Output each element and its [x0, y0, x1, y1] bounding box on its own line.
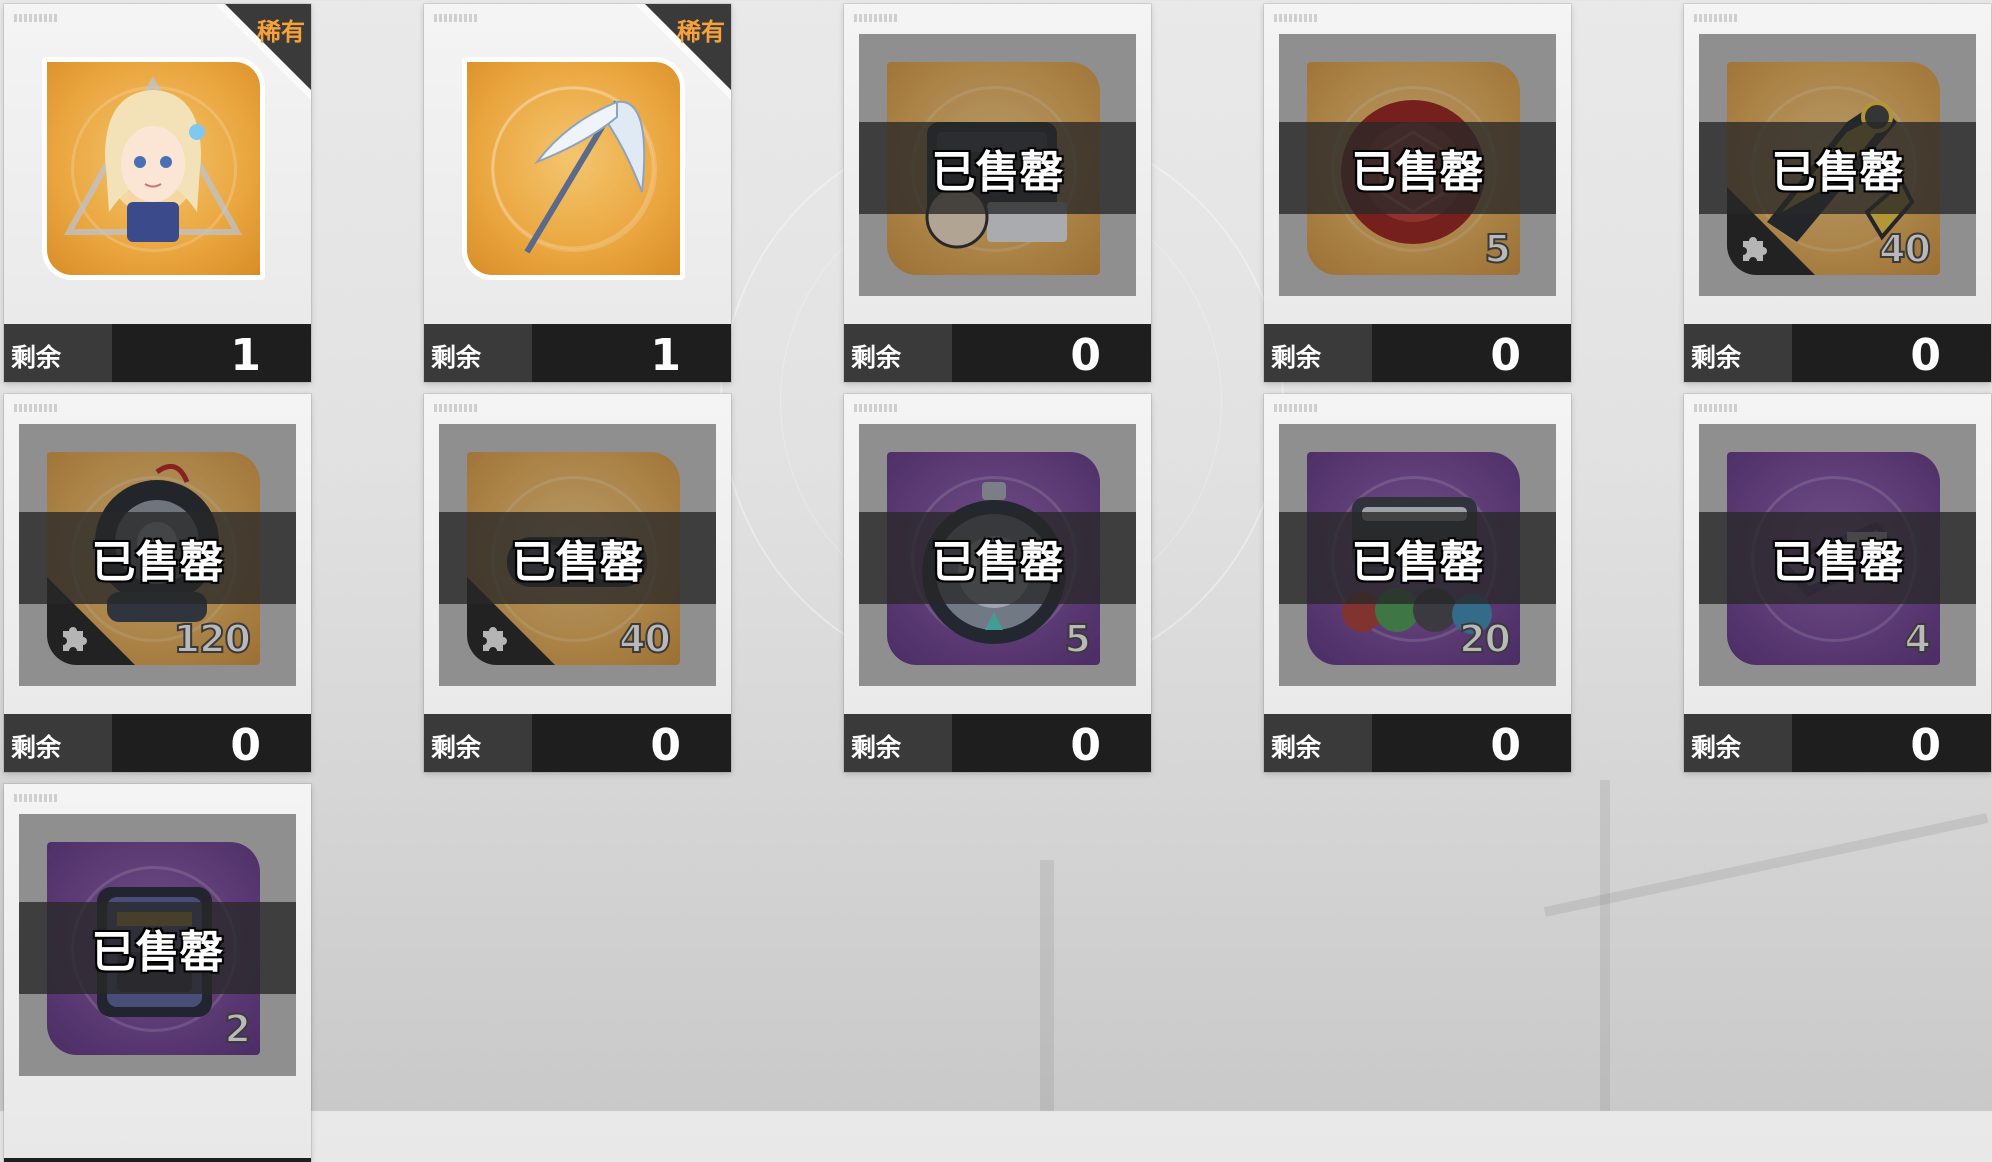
background-pole — [1040, 860, 1054, 1111]
item-quantity: 40 — [618, 616, 672, 662]
soldout-label: 已售罄 — [931, 147, 1064, 198]
card-stripe-decoration — [1694, 404, 1738, 412]
remaining-footer: 剩余 0 — [4, 714, 311, 772]
item-quantity: 120 — [173, 616, 252, 662]
shop-item-card[interactable]: 稀有 剩余 1 — [4, 4, 311, 382]
soldout-banner: 已售罄 — [1699, 512, 1976, 604]
card-stripe-decoration — [434, 404, 478, 412]
remaining-count: 1 — [650, 330, 681, 381]
remaining-count: 0 — [1070, 330, 1101, 381]
remaining-label: 剩余 — [851, 733, 902, 762]
remaining-label-box: 剩余 — [1684, 324, 1792, 382]
shop-item-card[interactable]: 120 已售罄 剩余 0 — [4, 394, 311, 772]
remaining-label-box: 剩余 — [1264, 324, 1372, 382]
item-quantity: 4 — [1904, 616, 1933, 662]
card-stripe-decoration — [1694, 14, 1738, 22]
background-pole — [1600, 780, 1610, 1111]
card-stripe-decoration — [854, 404, 898, 412]
remaining-label-box: 剩余 — [1264, 714, 1372, 772]
soldout-banner: 已售罄 — [859, 122, 1136, 214]
remaining-footer: 剩余 0 — [424, 714, 731, 772]
rare-badge: 稀有 — [677, 18, 725, 46]
remaining-label: 剩余 — [11, 733, 62, 762]
remaining-label-box: 剩余 — [424, 714, 532, 772]
remaining-count: 0 — [650, 720, 681, 771]
item-quantity: 2 — [224, 1006, 253, 1052]
remaining-count: 0 — [230, 720, 261, 771]
remaining-label-box: 剩余 — [1684, 714, 1792, 772]
shop-item-card[interactable]: 稀有 剩余 1 — [424, 4, 731, 382]
soldout-label: 已售罄 — [91, 927, 224, 978]
fragment-puzzle-icon — [1743, 237, 1767, 261]
soldout-banner: 已售罄 — [19, 902, 296, 994]
card-stripe-decoration — [14, 404, 58, 412]
soldout-banner: 已售罄 — [1279, 512, 1556, 604]
remaining-footer: 剩余 1 — [424, 324, 731, 382]
soldout-banner: 已售罄 — [439, 512, 716, 604]
remaining-count: 0 — [1910, 330, 1941, 381]
remaining-count: 0 — [1070, 720, 1101, 771]
remaining-label: 剩余 — [431, 343, 482, 372]
remaining-label-box: 剩余 — [844, 324, 952, 382]
card-stripe-decoration — [434, 14, 478, 22]
item-quantity: 5 — [1064, 616, 1093, 662]
card-stripe-decoration — [14, 794, 58, 802]
soldout-label: 已售罄 — [1351, 147, 1484, 198]
soldout-label: 已售罄 — [1771, 147, 1904, 198]
remaining-footer: 剩余 0 — [1684, 714, 1991, 772]
background-beam — [1543, 813, 1989, 917]
remaining-footer: 剩余 0 — [844, 714, 1151, 772]
soldout-label: 已售罄 — [931, 537, 1064, 588]
card-stripe-decoration — [854, 14, 898, 22]
shop-item-card[interactable]: 2 已售罄 — [4, 784, 311, 1162]
item-quantity: 40 — [1878, 226, 1932, 272]
remaining-footer — [4, 1158, 311, 1162]
shop-item-card[interactable]: 5 已售罄 剩余 0 — [844, 394, 1151, 772]
shop-item-card[interactable]: 5 已售罄 剩余 0 — [1264, 4, 1571, 382]
remaining-label: 剩余 — [1271, 733, 1322, 762]
fragment-puzzle-icon — [63, 627, 87, 651]
soldout-label: 已售罄 — [511, 537, 644, 588]
remaining-footer: 剩余 0 — [844, 324, 1151, 382]
shop-item-card[interactable]: 4 已售罄 剩余 0 — [1684, 394, 1991, 772]
remaining-label-box: 剩余 — [4, 714, 112, 772]
shop-item-card[interactable]: 40 已售罄 剩余 0 — [424, 394, 731, 772]
item-quantity: 5 — [1484, 226, 1513, 272]
remaining-label-box: 剩余 — [4, 324, 112, 382]
soldout-label: 已售罄 — [1771, 537, 1904, 588]
remaining-label: 剩余 — [1691, 343, 1742, 372]
remaining-label: 剩余 — [1691, 733, 1742, 762]
fragment-puzzle-icon — [483, 627, 507, 651]
remaining-label: 剩余 — [851, 343, 902, 372]
soldout-banner: 已售罄 — [1699, 122, 1976, 214]
remaining-label-box: 剩余 — [844, 714, 952, 772]
remaining-label-box: 剩余 — [424, 324, 532, 382]
shop-item-card[interactable]: 40 已售罄 剩余 0 — [1684, 4, 1991, 382]
card-stripe-decoration — [1274, 404, 1318, 412]
card-stripe-decoration — [1274, 14, 1318, 22]
shop-item-card[interactable]: 20 已售罄 剩余 0 — [1264, 394, 1571, 772]
remaining-footer: 剩余 0 — [1264, 714, 1571, 772]
item-quantity: 20 — [1458, 616, 1512, 662]
remaining-footer: 剩余 1 — [4, 324, 311, 382]
remaining-count: 0 — [1490, 720, 1521, 771]
soldout-label: 已售罄 — [91, 537, 224, 588]
soldout-label: 已售罄 — [1351, 537, 1484, 588]
rare-badge: 稀有 — [257, 18, 305, 46]
remaining-label: 剩余 — [431, 733, 482, 762]
remaining-label: 剩余 — [11, 343, 62, 372]
soldout-banner: 已售罄 — [859, 512, 1136, 604]
remaining-label: 剩余 — [1271, 343, 1322, 372]
remaining-footer: 剩余 0 — [1684, 324, 1991, 382]
soldout-banner: 已售罄 — [19, 512, 296, 604]
remaining-count: 1 — [230, 330, 261, 381]
soldout-banner: 已售罄 — [1279, 122, 1556, 214]
shop-item-card[interactable]: 已售罄 剩余 0 — [844, 4, 1151, 382]
remaining-footer: 剩余 0 — [1264, 324, 1571, 382]
remaining-count: 0 — [1910, 720, 1941, 771]
remaining-count: 0 — [1490, 330, 1521, 381]
card-stripe-decoration — [14, 14, 58, 22]
